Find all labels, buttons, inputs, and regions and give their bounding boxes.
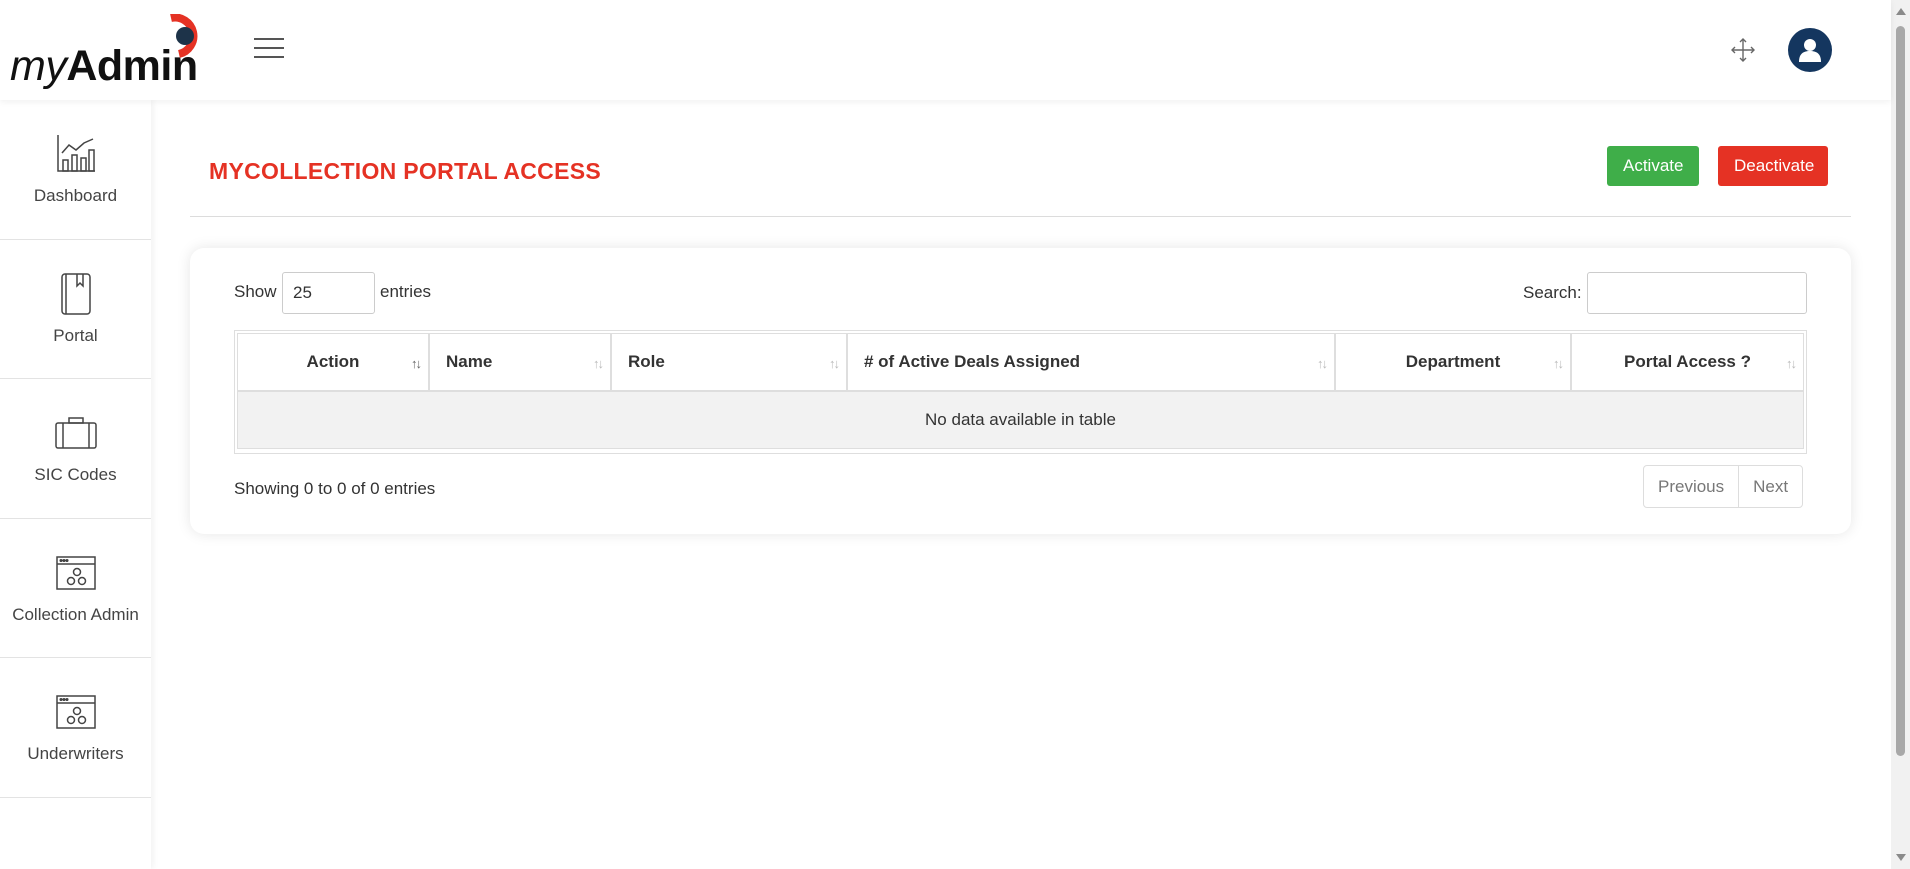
sort-icon: ↑↓: [1553, 356, 1564, 371]
briefcase-icon: [54, 411, 98, 455]
sidebar-item-label: Underwriters: [27, 744, 124, 764]
column-header-active-deals[interactable]: # of Active Deals Assigned ↑↓: [847, 333, 1335, 391]
pagination: Previous Next: [1643, 465, 1804, 508]
chart-icon: [54, 132, 98, 176]
show-label: Show: [234, 282, 277, 301]
sort-icon: ↑↓: [1317, 356, 1328, 371]
search-label: Search:: [1523, 283, 1582, 302]
next-page-button[interactable]: Next: [1738, 466, 1802, 507]
expand-arrows-icon[interactable]: [1730, 37, 1756, 63]
sort-icon: ↑↓: [1786, 356, 1797, 371]
scroll-down-arrow-icon[interactable]: [1896, 854, 1906, 861]
app-logo[interactable]: myAdmin: [10, 14, 210, 90]
hamburger-icon[interactable]: [254, 38, 284, 62]
page-title: MYCOLLECTION PORTAL ACCESS: [209, 158, 601, 184]
column-header-department[interactable]: Department ↑↓: [1335, 333, 1571, 391]
deactivate-button[interactable]: Deactivate: [1718, 146, 1828, 186]
settings-window-icon: [54, 551, 98, 595]
sidebar-item-portal[interactable]: Portal: [0, 240, 151, 379]
table-header-row: Action ↑↓ Name ↑↓ Role ↑↓ # of Active Deals…: [237, 333, 1804, 391]
page-header: MYCOLLECTION PORTAL ACCESS Activate Deac…: [190, 100, 1851, 217]
column-header-action[interactable]: Action ↑↓: [237, 333, 429, 391]
top-header: myAdmin: [0, 0, 1891, 100]
sidebar-item-dashboard[interactable]: Dashboard: [0, 100, 151, 240]
table-row: No data available in table: [237, 391, 1804, 449]
sidebar-item-label: Collection Admin: [12, 604, 139, 624]
user-avatar[interactable]: [1788, 28, 1832, 72]
table-info: Showing 0 to 0 of 0 entries: [234, 479, 436, 498]
search-input[interactable]: [1587, 272, 1807, 314]
entries-label: entries: [380, 282, 432, 301]
empty-table-message: No data available in table: [237, 391, 1804, 449]
sort-icon: ↑↓: [411, 356, 422, 371]
sidebar-item-label: Dashboard: [33, 186, 118, 206]
table-card: Show entries Search: Action↑↓ Name↑↓ Rol…: [190, 248, 1851, 534]
scroll-up-arrow-icon[interactable]: [1896, 8, 1906, 15]
data-table: Action ↑↓ Name ↑↓ Role ↑↓ # of Active Deals…: [234, 330, 1807, 454]
user-icon: [1799, 39, 1821, 62]
logo-mark-icon: [170, 14, 198, 58]
sort-icon: ↑↓: [829, 356, 840, 371]
sidebar-item-sic-codes[interactable]: SIC Codes: [0, 379, 151, 519]
column-header-portal-access[interactable]: Portal Access ? ↑↓: [1571, 333, 1804, 391]
vertical-scrollbar[interactable]: [1891, 0, 1910, 869]
column-header-role[interactable]: Role ↑↓: [611, 333, 847, 391]
sidebar-item-collection-admin[interactable]: Collection Admin: [0, 519, 151, 658]
activate-button[interactable]: Activate: [1607, 146, 1699, 186]
scrollbar-thumb[interactable]: [1896, 26, 1905, 756]
page-length-select[interactable]: [282, 272, 375, 314]
sidebar-item-label: Portal: [53, 325, 98, 345]
previous-page-button[interactable]: Previous: [1644, 466, 1738, 507]
sort-icon: ↑↓: [593, 356, 604, 371]
book-icon: [54, 272, 98, 316]
sidebar-item-underwriters[interactable]: Underwriters: [0, 658, 151, 798]
column-header-name[interactable]: Name ↑↓: [429, 333, 611, 391]
sidebar: Dashboard Portal SIC Codes Collection Ad…: [0, 100, 151, 869]
sidebar-item-label: SIC Codes: [34, 465, 117, 485]
settings-window-icon: [54, 690, 98, 734]
